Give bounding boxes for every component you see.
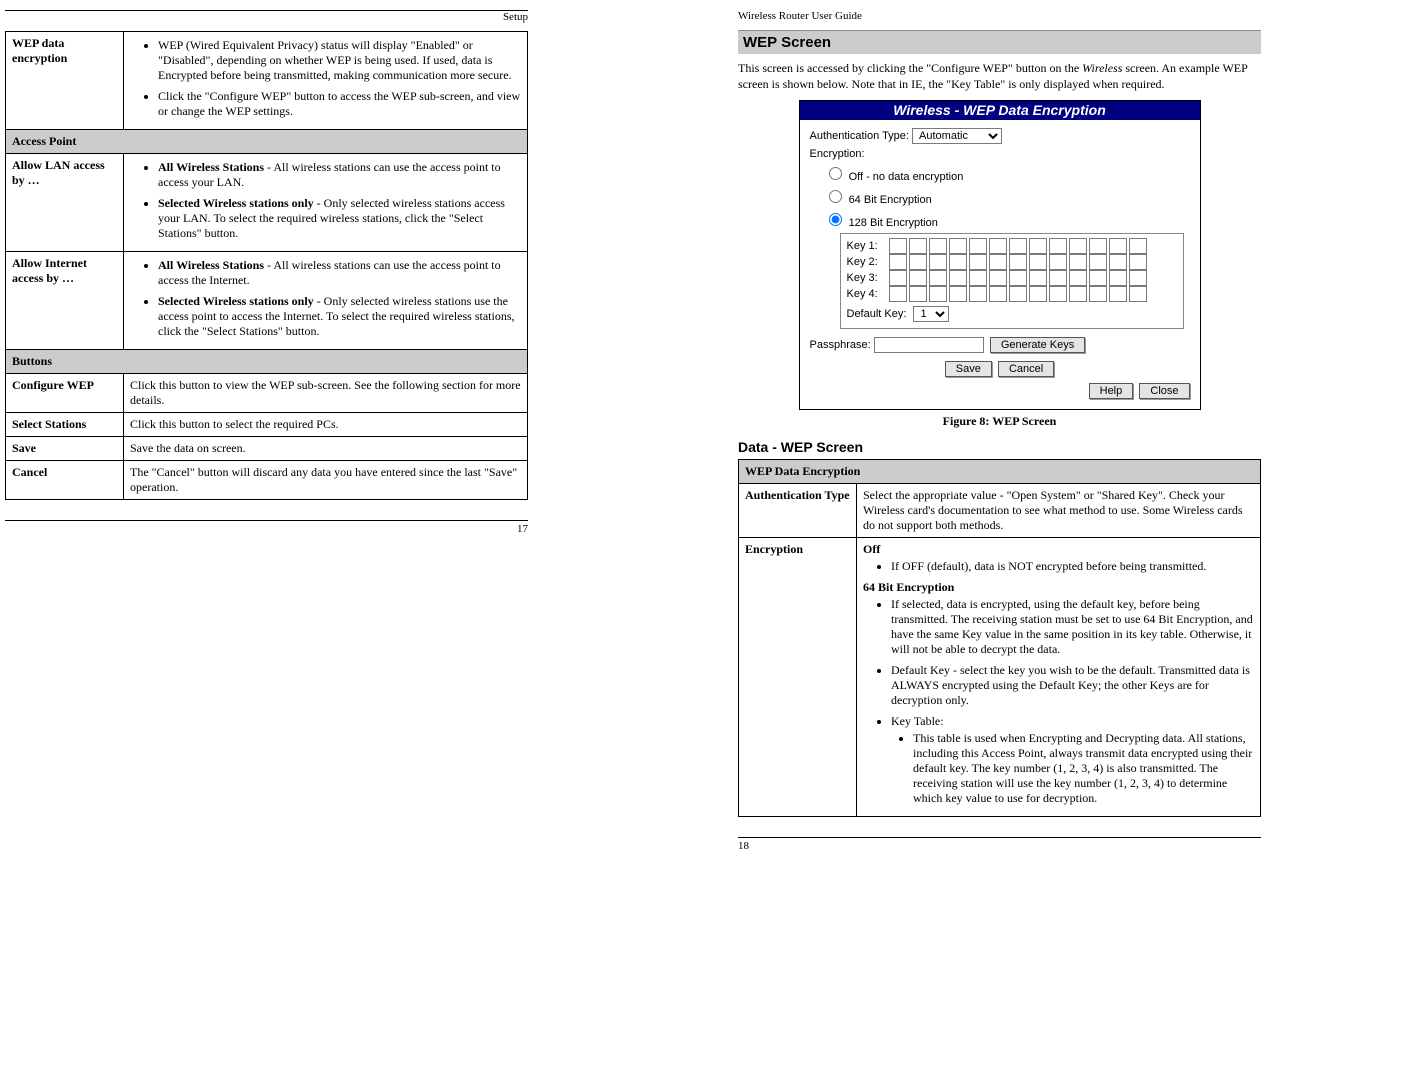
btn-cancel-text: The "Cancel" button will discard any dat… (124, 461, 528, 500)
heading-data-wep: Data - WEP Screen (738, 439, 1261, 455)
radio-off-label: Off - no data encryption (849, 171, 964, 183)
row-lan-label: Allow LAN access by … (6, 154, 124, 252)
btn-select-stations-label: Select Stations (6, 413, 124, 437)
close-button[interactable]: Close (1139, 383, 1189, 399)
section-buttons: Buttons (6, 350, 528, 374)
enc-64-b2: Default Key - select the key you wish to… (891, 663, 1254, 708)
cancel-button[interactable]: Cancel (998, 361, 1054, 377)
row-lan-b2: Selected Wireless stations only - Only s… (158, 196, 521, 241)
save-button[interactable]: Save (945, 361, 992, 377)
help-button[interactable]: Help (1089, 383, 1134, 399)
auth-type-row: Authentication Type: Automatic (810, 128, 1190, 144)
header-guide: Wireless Router User Guide (738, 10, 1261, 22)
auth-type-cell-label: Authentication Type (739, 484, 857, 538)
key4-label: Key 4: (847, 288, 887, 300)
wep-data-table: WEP Data Encryption Authentication Type … (738, 459, 1261, 817)
enc-64-heading: 64 Bit Encryption (863, 580, 954, 594)
screenshot-titlebar: Wireless - WEP Data Encryption (800, 101, 1200, 120)
page-right: Wireless Router User Guide WEP Screen Th… (738, 10, 1261, 852)
section-wep-data-encryption: WEP Data Encryption (739, 460, 1261, 484)
row-wep-label: WEP data encryption (6, 32, 124, 130)
page-number-left: 17 (5, 520, 528, 535)
auth-type-select[interactable]: Automatic (912, 128, 1002, 144)
btn-configure-wep-text: Click this button to view the WEP sub-sc… (124, 374, 528, 413)
row-int-b2: Selected Wireless stations only - Only s… (158, 294, 521, 339)
page-number-right: 18 (738, 837, 1261, 852)
row-int-b1: All Wireless Stations - All wireless sta… (158, 258, 521, 288)
key3-label: Key 3: (847, 272, 887, 284)
key1-cell[interactable] (889, 238, 907, 254)
settings-table: WEP data encryption WEP (Wired Equivalen… (5, 31, 528, 500)
encryption-cell-label: Encryption (739, 538, 857, 817)
enc-64-b3-s1: This table is used when Encrypting and D… (913, 731, 1254, 806)
radio-off[interactable] (829, 167, 842, 180)
row-internet-label: Allow Internet access by … (6, 252, 124, 350)
enc-off-b1: If OFF (default), data is NOT encrypted … (891, 559, 1254, 574)
btn-save-text: Save the data on screen. (124, 437, 528, 461)
row-wep-b1: WEP (Wired Equivalent Privacy) status wi… (158, 38, 521, 83)
row-lan-b1: All Wireless Stations - All wireless sta… (158, 160, 521, 190)
section-access-point: Access Point (6, 130, 528, 154)
enc-off-heading: Off (863, 542, 880, 556)
btn-cancel-label: Cancel (6, 461, 124, 500)
key1-label: Key 1: (847, 240, 887, 252)
default-key-select[interactable]: 1 (913, 306, 949, 322)
radio-64-label: 64 Bit Encryption (849, 194, 932, 206)
figure-caption: Figure 8: WEP Screen (738, 414, 1261, 429)
row-wep-b2: Click the "Configure WEP" button to acce… (158, 89, 521, 119)
btn-select-stations-text: Click this button to select the required… (124, 413, 528, 437)
radio-64[interactable] (829, 190, 842, 203)
enc-64-b1: If selected, data is encrypted, using th… (891, 597, 1254, 657)
encryption-cell-content: Off If OFF (default), data is NOT encryp… (857, 538, 1261, 817)
btn-configure-wep-label: Configure WEP (6, 374, 124, 413)
btn-save-label: Save (6, 437, 124, 461)
key2-label: Key 2: (847, 256, 887, 268)
row-wep-content: WEP (Wired Equivalent Privacy) status wi… (124, 32, 528, 130)
encryption-label: Encryption: (810, 148, 1190, 160)
page-left: Setup WEP data encryption WEP (Wired Equ… (5, 10, 528, 852)
wep-screenshot: Wireless - WEP Data Encryption Authentic… (799, 100, 1201, 410)
row-lan-content: All Wireless Stations - All wireless sta… (124, 154, 528, 252)
row-internet-content: All Wireless Stations - All wireless sta… (124, 252, 528, 350)
title-wep-screen: WEP Screen (738, 30, 1261, 54)
header-setup: Setup (5, 10, 528, 23)
enc-64-b3: Key Table: This table is used when Encry… (891, 714, 1254, 806)
passphrase-input[interactable] (874, 337, 984, 353)
key-table: Key 1: Key 2: Key 3: Key 4: Default Key: (840, 233, 1184, 329)
auth-type-cell-text: Select the appropriate value - "Open Sys… (857, 484, 1261, 538)
radio-128[interactable] (829, 213, 842, 226)
intro-paragraph: This screen is accessed by clicking the … (738, 60, 1261, 92)
passphrase-label: Passphrase: (810, 339, 871, 351)
auth-type-label: Authentication Type: (810, 130, 909, 142)
default-key-label: Default Key: (847, 308, 907, 320)
generate-keys-button[interactable]: Generate Keys (990, 337, 1085, 353)
radio-128-label: 128 Bit Encryption (849, 217, 938, 229)
